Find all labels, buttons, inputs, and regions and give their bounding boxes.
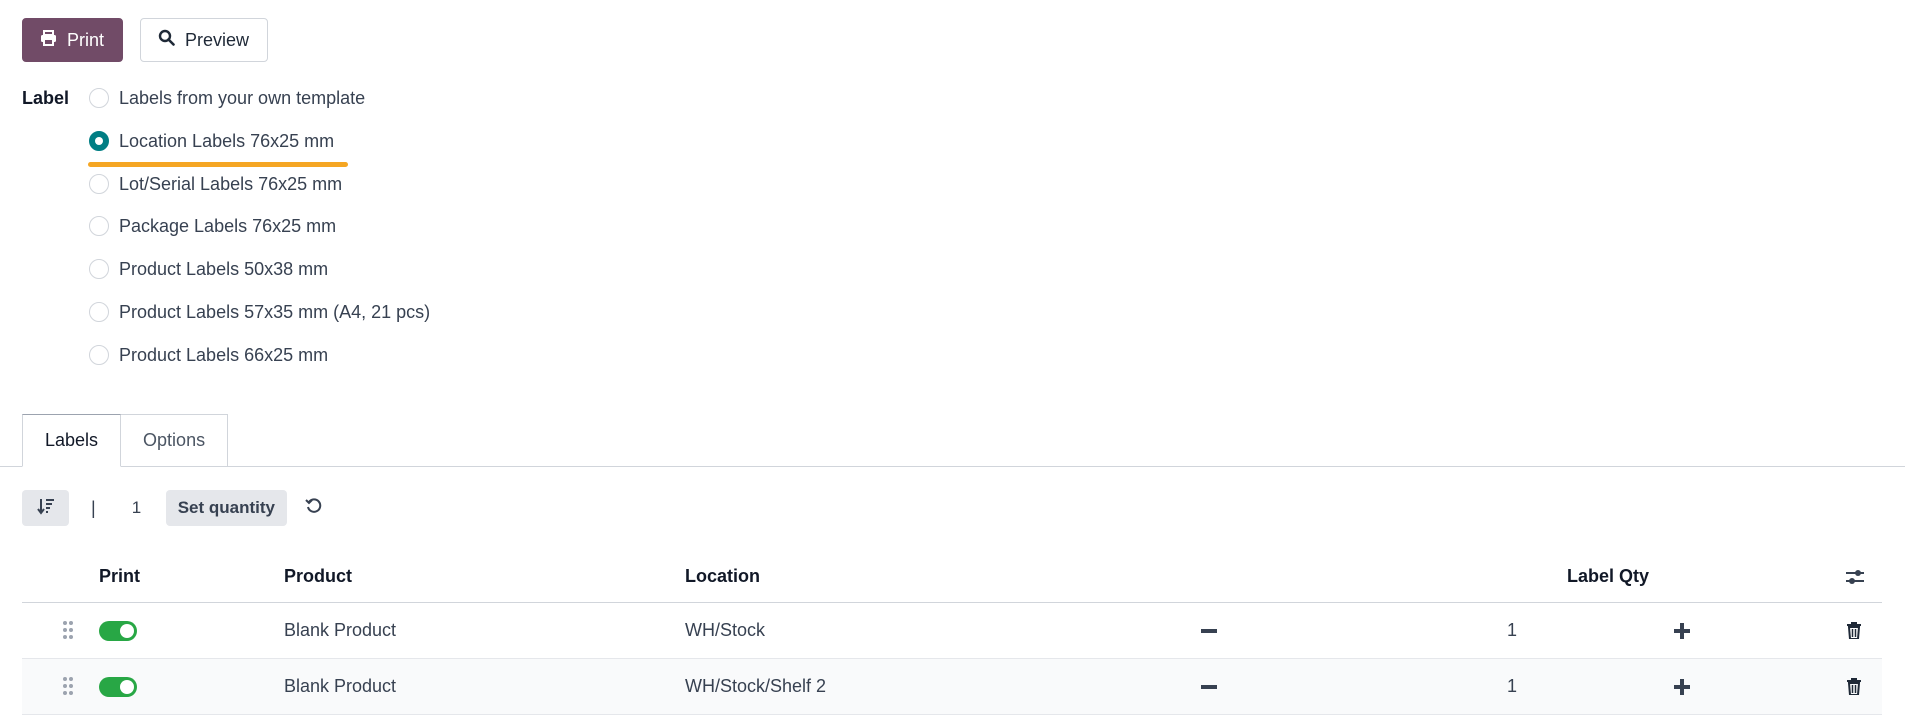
column-header-product[interactable]: Product: [284, 566, 352, 587]
separator: |: [91, 497, 96, 518]
set-quantity-button[interactable]: Set quantity: [165, 490, 287, 526]
minus-icon[interactable]: [1201, 629, 1217, 633]
reset-button[interactable]: [305, 497, 323, 520]
selection-highlight-underline: [88, 161, 348, 167]
radio-button[interactable]: [89, 216, 109, 237]
minus-icon[interactable]: [1201, 685, 1217, 689]
tab-options[interactable]: Options: [121, 414, 229, 467]
toolbar: Print Preview: [22, 18, 268, 62]
labels-table: Print Product Location Label Qty Blank P…: [22, 548, 1882, 715]
radio-option-lot-serial-labels[interactable]: Lot/Serial Labels 76x25 mm: [89, 172, 430, 215]
search-icon: [158, 29, 175, 51]
radio-button[interactable]: [89, 301, 109, 322]
sort-icon: [36, 497, 55, 520]
location-cell: WH/Stock/Shelf 2: [685, 676, 827, 696]
radio-label: Product Labels 50x38 mm: [119, 259, 329, 280]
drag-handle-icon[interactable]: [62, 620, 74, 645]
print-icon: [40, 29, 57, 51]
radio-label: Labels from your own template: [119, 88, 366, 108]
radio-button[interactable]: [89, 88, 109, 108]
radio-label: Product Labels 66x25 mm: [119, 344, 329, 365]
radio-button[interactable]: [89, 344, 109, 365]
label-radio-group: Labels from your own template Location L…: [88, 86, 430, 386]
reset-icon: [305, 497, 323, 520]
radio-option-own-template[interactable]: Labels from your own template: [89, 86, 430, 129]
radio-option-package-labels[interactable]: Package Labels 76x25 mm: [89, 214, 430, 257]
radio-label: Package Labels 76x25 mm: [119, 216, 337, 237]
column-settings-icon[interactable]: [1845, 568, 1865, 586]
label-qty-cell[interactable]: 1: [1507, 676, 1517, 697]
tab-labels[interactable]: Labels: [22, 414, 122, 467]
table-header: Print Product Location Label Qty: [22, 548, 1882, 603]
trash-icon[interactable]: [1847, 622, 1861, 639]
radio-option-product-labels-50x38[interactable]: Product Labels 50x38 mm: [89, 257, 430, 300]
drag-handle-icon[interactable]: [62, 676, 74, 701]
print-toggle[interactable]: [99, 677, 137, 697]
tab-bar: Labels Options: [22, 414, 229, 467]
print-toggle[interactable]: [99, 621, 137, 641]
product-cell: Blank Product: [284, 620, 397, 640]
print-button-label: Print: [67, 29, 105, 50]
quantity-input[interactable]: 1: [132, 498, 154, 518]
label-field-title: Label: [22, 88, 70, 108]
table-row[interactable]: Blank Product WH/Stock 1: [22, 603, 1882, 659]
radio-label: Location Labels 76x25 mm: [119, 130, 335, 151]
radio-option-product-labels-57x35[interactable]: Product Labels 57x35 mm (A4, 21 pcs): [89, 300, 430, 343]
trash-icon[interactable]: [1847, 678, 1861, 695]
label-qty-cell[interactable]: 1: [1507, 620, 1517, 641]
preview-button-label: Preview: [185, 29, 250, 50]
sort-button[interactable]: [22, 490, 69, 526]
column-header-print[interactable]: Print: [99, 566, 140, 587]
list-controls: | 1 Set quantity: [22, 490, 323, 526]
column-header-location[interactable]: Location: [685, 566, 760, 587]
radio-button-checked[interactable]: [89, 130, 109, 151]
print-button[interactable]: Print: [22, 18, 123, 62]
product-cell: Blank Product: [284, 676, 397, 696]
radio-option-product-labels-66x25[interactable]: Product Labels 66x25 mm: [89, 343, 430, 386]
radio-option-location-labels[interactable]: Location Labels 76x25 mm: [88, 129, 430, 172]
radio-label: Product Labels 57x35 mm (A4, 21 pcs): [119, 301, 431, 322]
tab-divider: [0, 466, 1905, 467]
table-row[interactable]: Blank Product WH/Stock/Shelf 2 1: [22, 659, 1882, 715]
location-cell: WH/Stock: [685, 620, 766, 640]
plus-icon[interactable]: [1674, 623, 1690, 639]
column-header-label-qty[interactable]: Label Qty: [1567, 566, 1649, 587]
radio-button[interactable]: [89, 259, 109, 280]
radio-button[interactable]: [89, 173, 109, 194]
plus-icon[interactable]: [1674, 679, 1690, 695]
preview-button[interactable]: Preview: [140, 18, 268, 62]
radio-label: Lot/Serial Labels 76x25 mm: [119, 173, 343, 194]
